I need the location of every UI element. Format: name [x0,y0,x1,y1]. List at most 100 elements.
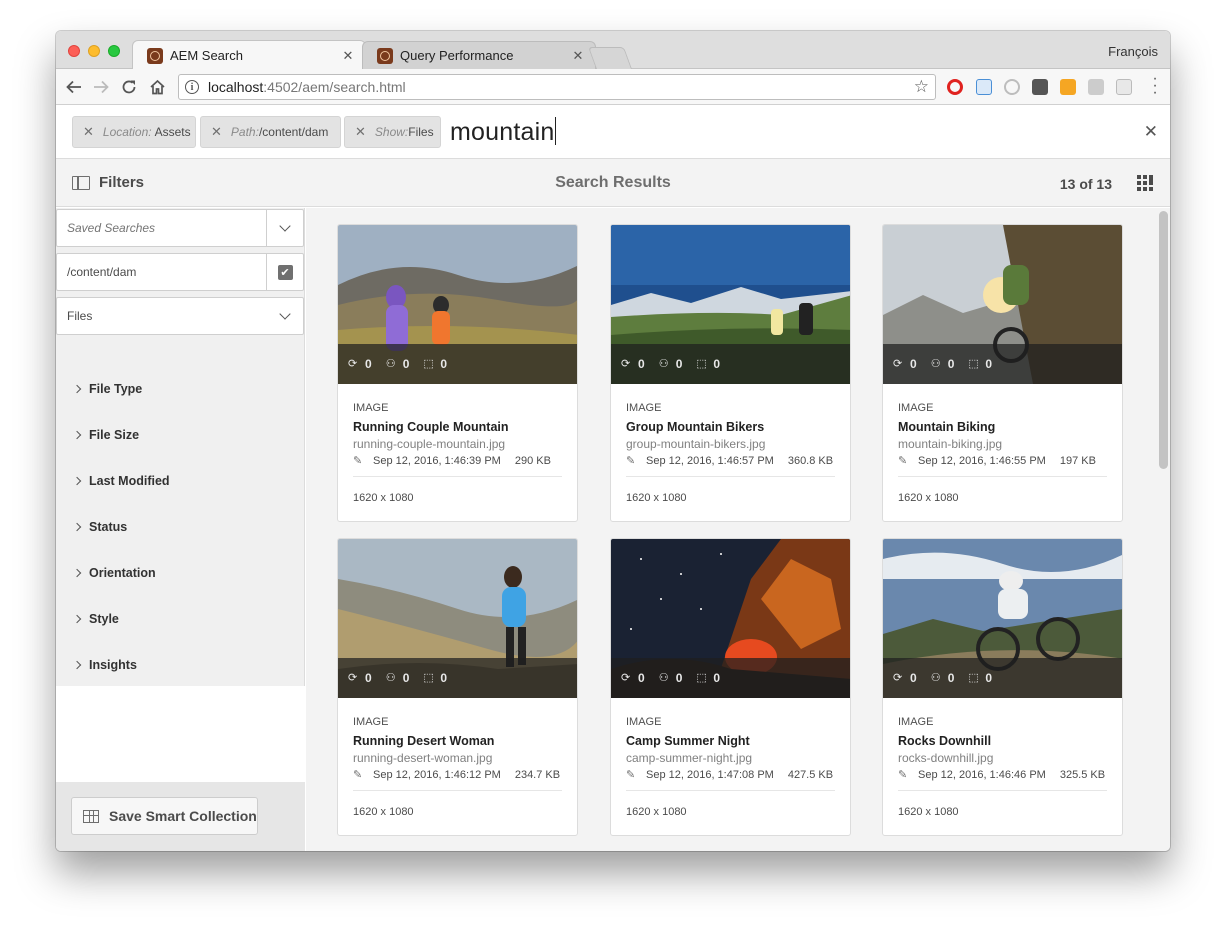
dropdown-button[interactable] [266,308,303,320]
minimize-window-button[interactable] [88,45,100,57]
clicks-stat: ⬚ 0 [968,671,992,685]
asset-size: 290 KB [514,455,551,467]
address-bar[interactable]: i localhost:4502/aem/search.html ☆ [178,74,936,100]
save-smart-collection-label: Save Smart Collection [109,808,257,824]
tab-label: AEM Search [170,48,243,63]
stat-value: 0 [910,357,917,371]
reload-button[interactable] [118,76,140,98]
profile-name[interactable]: François [1108,44,1158,59]
clicks-stat: ⬚ 0 [968,357,992,371]
aem-favicon-icon [147,47,163,64]
show-type-select[interactable]: Files [56,297,304,335]
close-window-button[interactable] [68,45,80,57]
chevron-right-icon [72,568,82,578]
filter-group-file-type[interactable]: File Type [72,382,142,396]
asset-thumbnail: ⟳ 0 ⚇ 0 ⬚ 0 [338,539,577,698]
asset-title: Running Couple Mountain [353,420,509,434]
remove-tag-icon[interactable]: ✕ [83,124,94,140]
asset-type: IMAGE [898,402,934,414]
tag-key: Show: [374,125,409,139]
asset-size: 197 KB [1059,455,1096,467]
rail-empty-area [56,686,305,782]
asset-size: 325.5 KB [1059,769,1106,781]
tab-label: Query Performance [400,48,514,63]
calendar-extension-icon[interactable] [976,79,992,95]
filter-group-orientation[interactable]: Orientation [72,566,156,580]
remove-tag-icon[interactable]: ✕ [355,124,366,140]
info-icon[interactable]: i [185,80,199,94]
sync-extension-icon[interactable] [1004,79,1020,95]
text-caret [555,117,557,145]
pocket-extension-icon[interactable] [1032,79,1048,95]
card-stats-bar: ⟳ 0 ⚇ 0 ⬚ 0 [338,658,577,698]
card-view-icon[interactable] [1137,175,1153,191]
asset-dimensions: 1620 x 1080 [353,492,414,504]
search-query-text: mountain [450,118,555,146]
asset-meta: ✎ Sep 12, 2016, 1:46:46 PM 325.5 KB [898,769,1105,781]
asset-card[interactable]: ⟳ 0 ⚇ 0 ⬚ 0 IMAGE Running Couple Mountain r… [337,224,578,522]
chrome-menu-icon[interactable]: · · · [1152,71,1158,101]
maximize-window-button[interactable] [108,45,120,57]
tools-extension-icon[interactable] [1116,79,1132,95]
results-scrollbar[interactable] [1159,211,1168,469]
location-tag[interactable]: ✕ Location: Assets [72,116,196,148]
approvals-stat: ⚇ 0 [386,671,410,685]
asset-type: IMAGE [353,716,389,728]
users-icon: ⚇ [930,671,941,684]
dropdown-button[interactable] [266,210,303,246]
show-tag[interactable]: ✕ Show: Files [344,116,441,148]
stat-value: 0 [910,671,917,685]
new-tab-button[interactable] [587,47,633,69]
aem-favicon-icon [377,47,393,64]
filter-group-last-modified[interactable]: Last Modified [72,474,170,488]
filters-toggle-button[interactable]: Filters [72,174,144,191]
approvals-stat: ⚇ 0 [659,671,683,685]
search-input[interactable]: mountain [450,117,557,147]
opera-extension-icon[interactable] [947,79,963,95]
forward-button[interactable] [90,76,112,98]
filter-group-style[interactable]: Style [72,612,119,626]
versions-stat: ⟳ 0 [621,357,645,371]
saved-searches-select[interactable]: Saved Searches [56,209,304,247]
tab-query-performance[interactable]: Query Performance ✕ [362,41,596,69]
filter-group-file-size[interactable]: File Size [72,428,139,442]
refresh-icon: ⟳ [893,357,903,370]
save-smart-collection-button[interactable]: Save Smart Collection [71,797,258,835]
tag-key: Path: [230,125,259,139]
back-button[interactable] [63,76,85,98]
reload-icon [122,80,136,94]
chevron-down-icon [278,308,291,320]
path-checkbox[interactable]: ✔ [266,254,303,290]
filter-group-status[interactable]: Status [72,520,127,534]
path-tag[interactable]: ✕ Path: /content/dam [200,116,341,148]
users-icon: ⚇ [385,671,396,684]
asset-card[interactable]: ⟳ 0 ⚇ 0 ⬚ 0 IMAGE Camp Summer Night camp-su… [610,538,851,836]
asset-filename: camp-summer-night.jpg [626,751,753,765]
asset-card[interactable]: ⟳ 0 ⚇ 0 ⬚ 0 IMAGE Rocks Downhill rocks-down… [882,538,1123,836]
bookmark-star-icon[interactable]: ☆ [914,77,929,97]
divider [353,476,562,477]
stat-value: 0 [402,357,410,371]
arrow-left-icon [66,80,81,94]
filter-group-insights[interactable]: Insights [72,658,137,672]
asset-card[interactable]: ⟳ 0 ⚇ 0 ⬚ 0 IMAGE Running Desert Woman runn… [337,538,578,836]
home-button[interactable] [146,76,168,98]
camera-extension-icon[interactable] [1088,79,1104,95]
approvals-stat: ⚇ 0 [931,671,955,685]
tab-aem-search[interactable]: AEM Search ✕ [132,40,366,70]
search-results-grid: ⟳ 0 ⚇ 0 ⬚ 0 IMAGE Running Couple Mountain r… [306,208,1170,851]
close-icon[interactable]: ✕ [341,48,355,64]
chevron-right-icon [72,476,82,486]
action-bar: Search Results Filters 13 of 13 [56,159,1170,207]
refresh-icon: ⟳ [348,357,358,370]
asset-thumbnail: ⟳ 0 ⚇ 0 ⬚ 0 [883,225,1122,384]
clicks-stat: ⬚ 0 [696,357,720,371]
path-browser-field[interactable]: /content/dam ✔ [56,253,304,291]
asset-card[interactable]: ⟳ 0 ⚇ 0 ⬚ 0 IMAGE Mountain Biking mountain-… [882,224,1123,522]
close-icon[interactable]: ✕ [571,48,585,64]
close-search-icon[interactable]: ✕ [1144,122,1158,142]
asset-card[interactable]: ⟳ 0 ⚇ 0 ⬚ 0 IMAGE Group Mountain Bikers gro… [610,224,851,522]
grid-extension-icon[interactable] [1060,79,1076,95]
remove-tag-icon[interactable]: ✕ [211,124,222,140]
asset-filename: mountain-biking.jpg [898,437,1003,451]
